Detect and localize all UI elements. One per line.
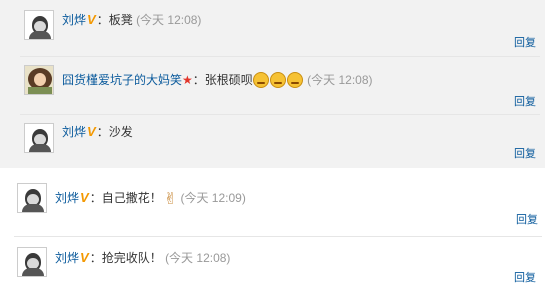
divider [20, 114, 540, 115]
divider [20, 56, 540, 57]
comment-colon: ： [96, 13, 109, 27]
comment-colon: ： [192, 73, 205, 87]
user-name-link[interactable]: 刘烨 [55, 251, 79, 265]
reply-link[interactable]: 回复 [516, 211, 538, 227]
comment-colon: ： [96, 125, 109, 139]
avatar[interactable] [17, 247, 47, 277]
comment-colon: ： [89, 191, 102, 205]
verified-badge-icon: V [80, 250, 89, 265]
comment-colon: ： [89, 251, 102, 265]
reply-link[interactable]: 回复 [514, 93, 536, 109]
comment-text: 板凳 [108, 13, 133, 27]
comment-line: 囧货槿爱坑子的大妈笑★：张根硕呗 (今天 12:08) [62, 72, 373, 88]
avatar[interactable] [24, 123, 54, 153]
comment-time: (今天 12:09) [180, 191, 246, 205]
user-name-link[interactable]: 刘烨 [55, 191, 79, 205]
reply-link[interactable]: 回复 [514, 145, 536, 161]
comment-time: (今天 12:08) [165, 251, 231, 265]
victory-hand-icon: ✌ [163, 191, 178, 208]
comment-text: 抢完收队！ [101, 251, 162, 265]
comment-time: (今天 12:08) [307, 73, 373, 87]
comment-time: (今天 12:08) [136, 13, 202, 27]
comment-line: 刘烨V：沙发 [62, 124, 133, 140]
comment-text: 沙发 [108, 125, 133, 139]
verified-badge-icon: V [87, 12, 96, 27]
avatar[interactable] [24, 10, 54, 40]
avatar[interactable] [24, 65, 54, 95]
reply-link[interactable]: 回复 [514, 34, 536, 50]
avatar[interactable] [17, 183, 47, 213]
verified-badge-icon: V [87, 124, 96, 139]
comment-line: 刘烨V：板凳 (今天 12:08) [62, 12, 201, 28]
comment-line: 刘烨V：自己撒花！ ✌ (今天 12:09) [55, 190, 246, 208]
reply-link[interactable]: 回复 [514, 269, 536, 285]
divider [14, 236, 542, 237]
user-name-link[interactable]: 刘烨 [62, 125, 86, 139]
laugh-emoticon-icon [269, 72, 286, 88]
comment-line: 刘烨V：抢完收队！ (今天 12:08) [55, 250, 230, 266]
star-badge-icon: ★ [182, 73, 193, 87]
comment-text: 张根硕呗 [204, 73, 253, 87]
user-name-link[interactable]: 刘烨 [62, 13, 86, 27]
comment-text: 自己撒花！ [101, 191, 162, 205]
laugh-emoticon-icon [286, 72, 303, 88]
user-name-link[interactable]: 囧货槿爱坑子的大妈笑 [62, 73, 182, 87]
verified-badge-icon: V [80, 190, 89, 205]
laugh-emoticon-icon [252, 72, 269, 88]
